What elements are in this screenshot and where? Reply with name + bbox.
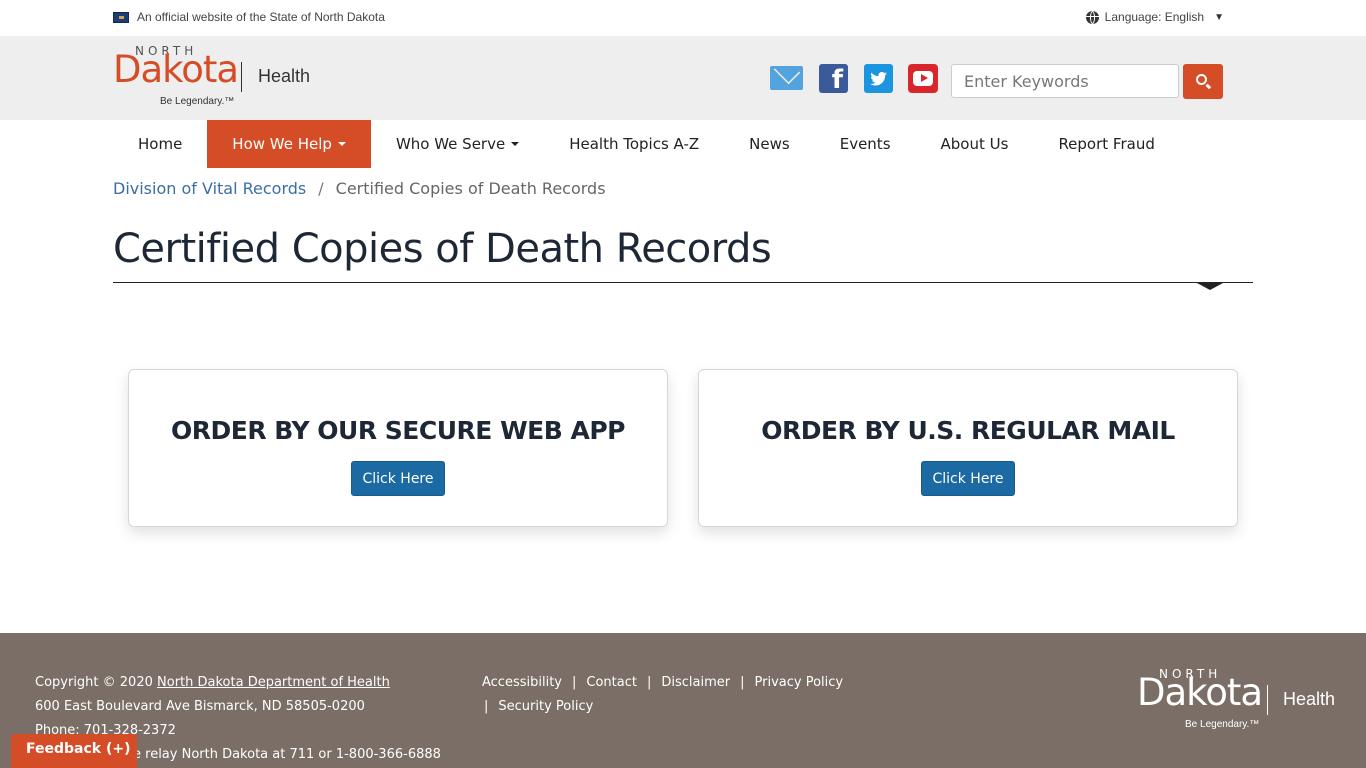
globe-icon [1085,10,1099,24]
feedback-button[interactable]: Feedback (+) [11,734,137,768]
search-icon [1196,74,1207,85]
footer-link-accessibility[interactable]: Accessibility [482,675,562,690]
nav-item-label: Who We Serve [395,135,506,153]
state-flag-icon [113,12,129,23]
official-bar: An official website of the State of Nort… [0,0,1366,36]
footer-link-privacy[interactable]: Privacy Policy [755,675,844,690]
order-web-app-button[interactable]: Click Here [351,461,445,496]
nav-item-label: Health Topics A-Z [569,135,700,153]
nav-item-how-we-help[interactable]: How We Help [207,120,371,168]
site-header: NORTH Dakota Be Legendary.™ Health f [0,36,1366,120]
breadcrumb: Division of Vital Records / Certified Co… [113,179,606,198]
card-title: ORDER BY U.S. REGULAR MAIL [761,416,1175,445]
nav-item-label: Events [839,135,891,153]
title-divider-notch [1197,283,1223,290]
nav-item-events[interactable]: Events [815,120,916,168]
footer-links: Accessibility | Contact | Disclaimer | Privacy… [482,671,862,719]
footer-org-link[interactable]: North Dakota Department of Health [157,675,390,690]
nav-item-who-we-serve[interactable]: Who We Serve [371,120,544,168]
site-footer: Copyright © 2020 North Dakota Department… [0,633,1366,768]
logo-tagline: Be Legendary.™ [160,96,235,107]
logo-health-text: Health [1283,689,1336,709]
logo-divider [241,62,242,92]
footer-link-contact[interactable]: Contact [586,675,637,690]
nav-item-home[interactable]: Home [113,120,207,168]
order-mail-button[interactable]: Click Here [921,461,1015,496]
page-title: Certified Copies of Death Records [113,226,772,272]
copyright-text: Copyright © 2020 [35,675,153,690]
breadcrumb-current: Certified Copies of Death Records [335,179,606,198]
breadcrumb-link-vital-records[interactable]: Division of Vital Records [113,179,306,198]
chevron-down-icon: ▼ [1214,11,1224,23]
caret-down-icon [337,142,346,146]
logo-dakota-text: Dakota [113,48,239,91]
footer-link-security[interactable]: Security Policy [498,699,593,714]
logo-tagline: Be Legendary.™ [1185,719,1260,730]
language-label: Language: English [1104,10,1205,24]
breadcrumb-separator: / [318,179,324,198]
facebook-icon[interactable]: f [819,64,848,95]
main-nav: Home How We Help Who We Serve Health Top… [113,120,1180,168]
twitter-icon[interactable] [864,64,893,93]
nd-health-logo[interactable]: NORTH Dakota Be Legendary.™ Health [113,44,313,112]
nav-item-news[interactable]: News [724,120,815,168]
nav-item-label: News [749,135,790,153]
footer-nd-health-logo[interactable]: NORTH Dakota Be Legendary.™ Health [1137,667,1337,737]
nav-item-about-us[interactable]: About Us [916,120,1034,168]
search-button[interactable] [1183,64,1223,99]
title-divider [113,282,1253,283]
logo-divider [1267,685,1268,715]
card-title: ORDER BY OUR SECURE WEB APP [171,416,625,445]
nav-item-label: About Us [940,135,1009,153]
logo-health-text: Health [258,66,311,86]
email-icon[interactable] [770,66,803,90]
footer-link-separator: | [572,675,577,690]
nav-item-label: How We Help [232,135,332,153]
language-selector[interactable]: Language: English ▼ [1085,10,1224,24]
nav-item-label: Report Fraud [1058,135,1155,153]
footer-link-separator: | [646,675,652,690]
nav-item-report-fraud[interactable]: Report Fraud [1033,120,1179,168]
logo-dakota-text: Dakota [1137,671,1263,714]
footer-link-separator: | [484,699,489,714]
official-text: An official website of the State of Nort… [137,10,385,24]
search-input[interactable] [951,64,1179,98]
youtube-icon[interactable] [908,64,938,93]
caret-down-icon [511,142,520,146]
footer-link-disclaimer[interactable]: Disclaimer [661,675,730,690]
order-mail-card: ORDER BY U.S. REGULAR MAIL Click Here [698,369,1238,527]
order-web-app-card: ORDER BY OUR SECURE WEB APP Click Here [128,369,668,527]
nav-item-health-topics[interactable]: Health Topics A-Z [544,120,724,168]
nav-item-label: Home [138,135,183,153]
footer-address: 600 East Boulevard Ave Bismarck, ND 5850… [35,699,365,714]
footer-link-separator: | [740,675,745,690]
